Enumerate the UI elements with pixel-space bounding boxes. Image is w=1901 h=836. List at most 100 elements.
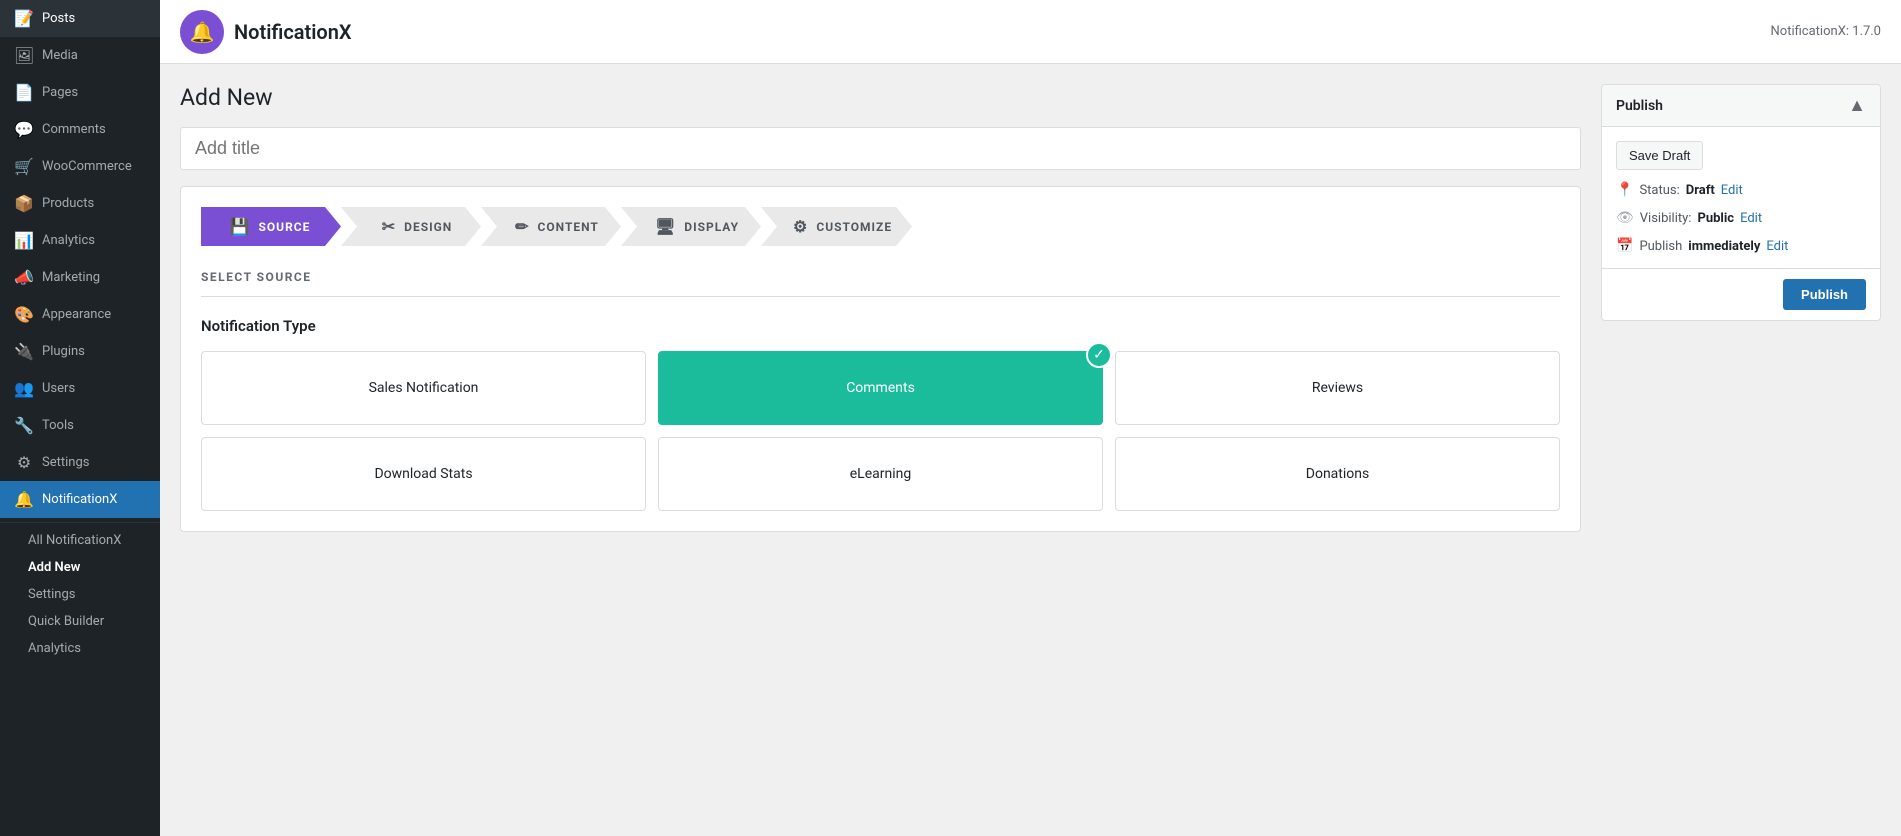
sidebar-item-comments[interactable]: 💬 Comments [0, 111, 160, 148]
step-source[interactable]: 💾 SOURCE [201, 207, 341, 246]
sidebar: 📝Posts 🖼 Media 📄 Pages 💬 Comments 🛒 WooCommerce 📦… [0, 0, 160, 836]
customize-step-label: CUSTOMIZE [816, 220, 892, 234]
status-row: 📍 Status: Draft Edit [1616, 182, 1866, 198]
customize-step-icon: ⚙ [793, 217, 808, 236]
svg-text:🔔: 🔔 [190, 21, 215, 44]
comments-icon: 💬 [14, 120, 34, 139]
publish-time-edit-link[interactable]: Edit [1766, 239, 1788, 254]
publish-title: Publish [1616, 98, 1663, 114]
analytics-icon: 📊 [14, 231, 34, 250]
media-icon: 🖼 [14, 46, 34, 65]
sidebar-item-label: Pages [42, 85, 78, 100]
status-value: Draft [1686, 183, 1715, 198]
calendar-icon: 📅 [1616, 238, 1633, 254]
sidebar-item-label: Users [42, 381, 75, 396]
topbar: 🔔 NotificationX NotificationX: 1.7.0 [160, 0, 1901, 64]
main-panel: Add New 💾 SOURCE ✂ DESIGN ✏CONTENT 🖥 DISPLAY ⚙ C… [180, 84, 1581, 816]
sidebar-item-label: Marketing [42, 270, 100, 285]
step-customize[interactable]: ⚙ CUSTOMIZE [761, 207, 912, 246]
sidebar-item-users[interactable]: 👥 Users [0, 370, 160, 407]
sidebar-item-tools[interactable]: 🔧Tools [0, 407, 160, 444]
design-step-label: DESIGN [404, 220, 452, 234]
content-area: Add New 💾 SOURCE ✂ DESIGN ✏CONTENT 🖥 DISPLAY ⚙ C… [160, 64, 1901, 836]
appearance-icon: 🎨 [14, 305, 34, 324]
notification-grid: Sales Notification Comments✓ Reviews Downlo… [201, 351, 1560, 511]
status-label: Status: [1639, 183, 1679, 198]
sidebar-item-label: NotificationX [42, 492, 117, 507]
publish-button[interactable]: Publish [1783, 279, 1866, 310]
design-step-icon: ✂ [382, 217, 396, 236]
notificationx-logo-icon: 🔔 [180, 10, 224, 54]
sidebar-sub-item-all-notificationx[interactable]: All NotificationX [0, 527, 160, 554]
sidebar-item-products[interactable]: 📦 Products [0, 185, 160, 222]
publish-collapse-icon[interactable]: ▲ [1848, 95, 1866, 116]
sidebar-item-media[interactable]: 🖼 Media [0, 37, 160, 74]
sidebar-item-pages[interactable]: 📄 Pages [0, 74, 160, 111]
notification-card-sales[interactable]: Sales Notification [201, 351, 646, 425]
notification-type-title: Notification Type [201, 317, 1560, 335]
notification-card-comments[interactable]: Comments✓ [658, 351, 1103, 425]
source-step-icon: 💾 [230, 217, 251, 236]
sidebar-item-analytics[interactable]: 📊 Analytics [0, 222, 160, 259]
save-draft-button[interactable]: Save Draft [1616, 141, 1703, 170]
sidebar-item-label: Appearance [42, 307, 111, 322]
pages-icon: 📄 [14, 83, 34, 102]
status-edit-link[interactable]: Edit [1721, 183, 1743, 198]
step-display[interactable]: 🖥 DISPLAY [621, 207, 761, 246]
publish-panel: Publish ▲ Save Draft 📍 Status: Draft Edi… [1601, 84, 1881, 816]
notification-card-donations[interactable]: Donations [1115, 437, 1560, 511]
sidebar-item-label: Media [42, 48, 78, 63]
sidebar-item-label: WooCommerce [42, 159, 132, 174]
source-step-label: SOURCE [259, 220, 311, 234]
sidebar-item-settings[interactable]: ⚙ Settings [0, 444, 160, 481]
display-step-icon: 🖥 [655, 217, 676, 236]
status-icon: 📍 [1616, 182, 1633, 198]
sidebar-sub-item-add-new[interactable]: Add New [0, 554, 160, 581]
users-icon: 👥 [14, 379, 34, 398]
sidebar-item-woocommerce[interactable]: 🛒 WooCommerce [0, 148, 160, 185]
notification-card-download-stats[interactable]: Download Stats [201, 437, 646, 511]
page-title: Add New [180, 84, 1581, 111]
sidebar-item-appearance[interactable]: 🎨 Appearance [0, 296, 160, 333]
sidebar-items-list: 📝Posts 🖼 Media 📄 Pages 💬 Comments 🛒 WooCommerce 📦… [0, 0, 160, 662]
sidebar-item-marketing[interactable]: 📣 Marketing [0, 259, 160, 296]
content-step-icon: ✏ [515, 217, 529, 236]
sidebar-sub-item-quick-builder[interactable]: Quick Builder [0, 608, 160, 635]
main-content: 🔔 NotificationX NotificationX: 1.7.0 Add… [160, 0, 1901, 836]
reviews-card-label: Reviews [1312, 380, 1363, 396]
notificationx-icon: 🔔 [14, 490, 34, 509]
marketing-icon: 📣 [14, 268, 34, 287]
sidebar-item-posts[interactable]: 📝Posts [0, 0, 160, 37]
display-step-label: DISPLAY [684, 220, 739, 234]
sidebar-item-notificationx[interactable]: 🔔 NotificationX [0, 481, 160, 518]
notification-card-elearning[interactable]: eLearning [658, 437, 1103, 511]
step-design[interactable]: ✂ DESIGN [341, 207, 481, 246]
publish-footer: Publish [1602, 268, 1880, 320]
publish-time-row: 📅 Publish immediately Edit [1616, 238, 1866, 254]
logo-container: 🔔 NotificationX [180, 10, 352, 54]
step-content[interactable]: ✏CONTENT [481, 207, 621, 246]
sidebar-item-label: Comments [42, 122, 106, 137]
settings-icon: ⚙ [14, 453, 34, 472]
sidebar-sub-item-analytics[interactable]: Analytics [0, 635, 160, 662]
sidebar-item-label: Analytics [42, 233, 95, 248]
sidebar-item-label: Settings [42, 455, 89, 470]
sales-card-label: Sales Notification [369, 380, 479, 396]
logo-title: NotificationX [234, 20, 352, 44]
sidebar-item-plugins[interactable]: 🔌Plugins [0, 333, 160, 370]
visibility-edit-link[interactable]: Edit [1740, 211, 1762, 226]
sidebar-item-label: Products [42, 196, 94, 211]
elearning-card-label: eLearning [850, 466, 911, 482]
steps-bar: 💾 SOURCE ✂ DESIGN ✏CONTENT 🖥 DISPLAY ⚙ CUSTOMIZE [201, 207, 1560, 246]
woocommerce-icon: 🛒 [14, 157, 34, 176]
title-input[interactable] [180, 127, 1581, 170]
products-icon: 📦 [14, 194, 34, 213]
sidebar-sub-item-settings[interactable]: Settings [0, 581, 160, 608]
publish-box: Publish ▲ Save Draft 📍 Status: Draft Edi… [1601, 84, 1881, 321]
publish-time-label: Publish [1639, 239, 1682, 254]
donations-card-label: Donations [1306, 466, 1369, 482]
visibility-icon: 👁 [1616, 210, 1634, 226]
download-stats-card-label: Download Stats [374, 466, 472, 482]
comments-card-label: Comments [846, 380, 915, 396]
notification-card-reviews[interactable]: Reviews [1115, 351, 1560, 425]
